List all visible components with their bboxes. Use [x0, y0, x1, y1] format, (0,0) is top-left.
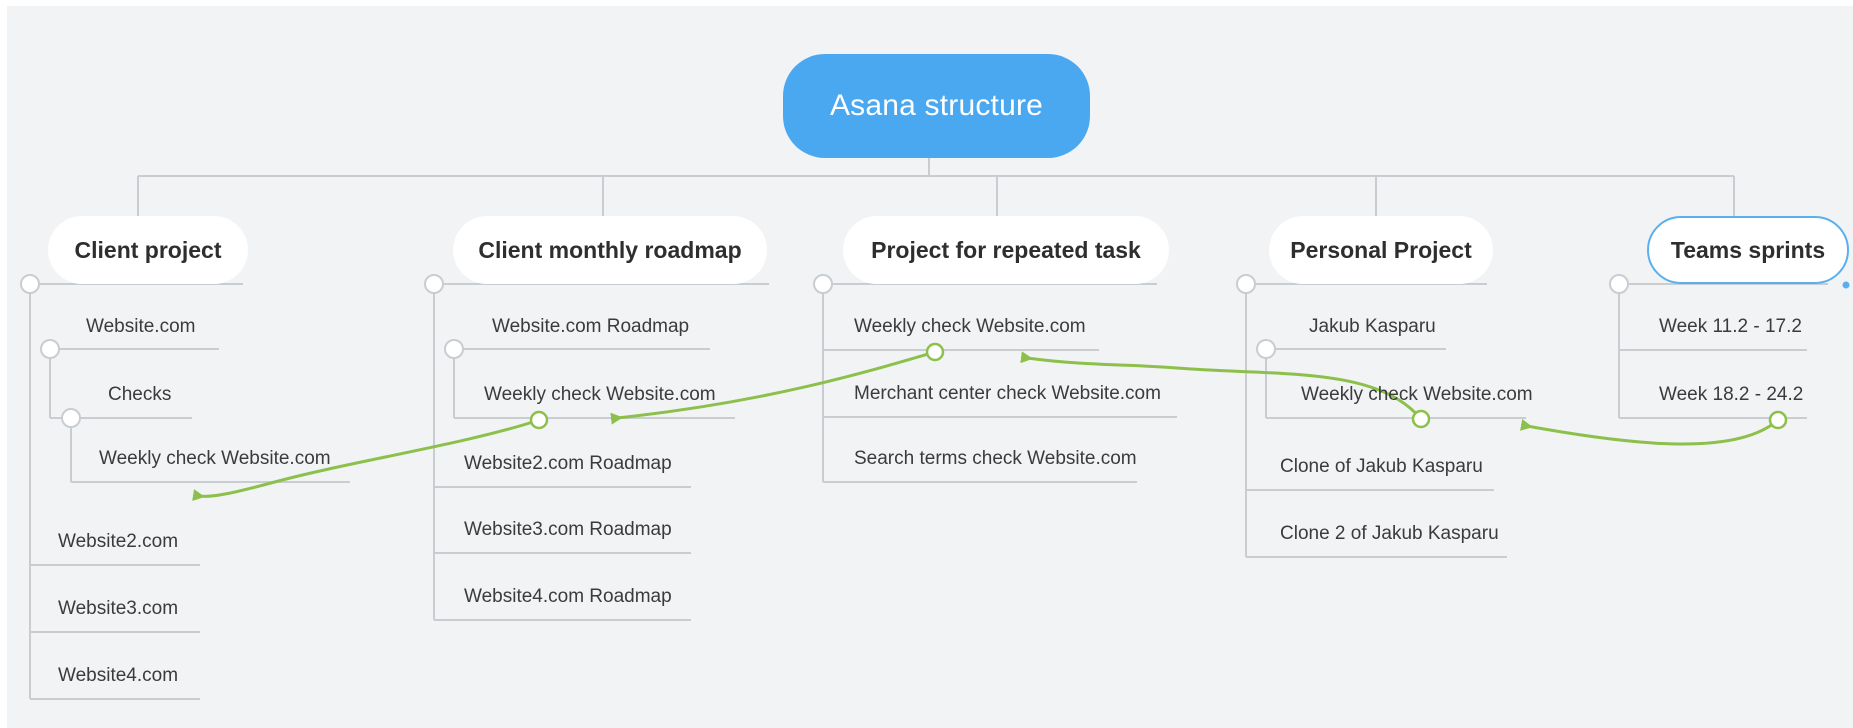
- subtopic-website2-roadmap[interactable]: Website2.com Roadmap: [464, 453, 672, 475]
- subtopic-website3-roadmap[interactable]: Website3.com Roadmap: [464, 519, 672, 541]
- collapse-node-teams-sprints[interactable]: [1609, 274, 1629, 294]
- mindmap-canvas[interactable]: Asana structure Client project Client mo…: [7, 6, 1853, 728]
- subtopic-jakub-kasparu[interactable]: Jakub Kasparu: [1309, 316, 1436, 338]
- subtopic-clone-jakub[interactable]: Clone of Jakub Kasparu: [1280, 456, 1483, 478]
- subtopic-website[interactable]: Website.com: [86, 316, 195, 338]
- subtopic-weekly-check-personal[interactable]: Weekly check Website.com: [1301, 384, 1533, 406]
- subtopic-weekly-check-monthly-roadmap[interactable]: Weekly check Website.com: [484, 384, 716, 406]
- subtopic-checks[interactable]: Checks: [108, 384, 171, 406]
- subtopic-website4-roadmap[interactable]: Website4.com Roadmap: [464, 586, 672, 608]
- collapse-node-client-monthly-roadmap[interactable]: [424, 274, 444, 294]
- subtopic-website3[interactable]: Website3.com: [58, 598, 178, 620]
- relation-handle-monthly-roadmap[interactable]: [529, 410, 549, 430]
- collapse-node-jakub[interactable]: [1256, 339, 1276, 359]
- collapse-node-website-roadmap[interactable]: [444, 339, 464, 359]
- mindmap-stage: Asana structure Client project Client mo…: [0, 0, 1853, 728]
- collapse-node-personal-project[interactable]: [1236, 274, 1256, 294]
- collapse-node-client-project[interactable]: [20, 274, 40, 294]
- topic-client-monthly-roadmap[interactable]: Client monthly roadmap: [453, 216, 767, 284]
- collapse-node-website[interactable]: [40, 339, 60, 359]
- subtopic-week-11-2[interactable]: Week 11.2 - 17.2: [1659, 316, 1802, 338]
- topic-personal-project[interactable]: Personal Project: [1269, 216, 1493, 284]
- topic-client-project[interactable]: Client project: [48, 216, 248, 284]
- subtopic-weekly-check-client-project[interactable]: Weekly check Website.com: [99, 448, 331, 470]
- subtopic-website4[interactable]: Website4.com: [58, 665, 178, 687]
- subtopic-weekly-check-repeated-task[interactable]: Weekly check Website.com: [854, 316, 1086, 338]
- relation-handle-teams-sprints[interactable]: [1768, 410, 1788, 430]
- root-topic[interactable]: Asana structure: [783, 54, 1090, 158]
- collapse-node-project-repeated-task[interactable]: [813, 274, 833, 294]
- collapse-node-checks[interactable]: [61, 408, 81, 428]
- subtopic-website-roadmap[interactable]: Website.com Roadmap: [492, 316, 689, 338]
- topic-project-repeated-task[interactable]: Project for repeated task: [843, 216, 1169, 284]
- relation-arrow-to-personal-project[interactable]: [1520, 418, 1779, 446]
- subtopic-search-terms-check[interactable]: Search terms check Website.com: [854, 448, 1137, 470]
- relation-handle-repeated-task[interactable]: [925, 342, 945, 362]
- relation-handle-personal-project[interactable]: [1411, 409, 1431, 429]
- topic-teams-sprints[interactable]: Teams sprints: [1647, 216, 1849, 284]
- subtopic-week-18-2[interactable]: Week 18.2 - 24.2: [1659, 384, 1803, 406]
- subtopic-merchant-center-check[interactable]: Merchant center check Website.com: [854, 383, 1161, 405]
- subtopic-website2[interactable]: Website2.com: [58, 531, 178, 553]
- subtopic-clone2-jakub[interactable]: Clone 2 of Jakub Kasparu: [1280, 523, 1499, 545]
- selection-handle[interactable]: [1841, 280, 1851, 290]
